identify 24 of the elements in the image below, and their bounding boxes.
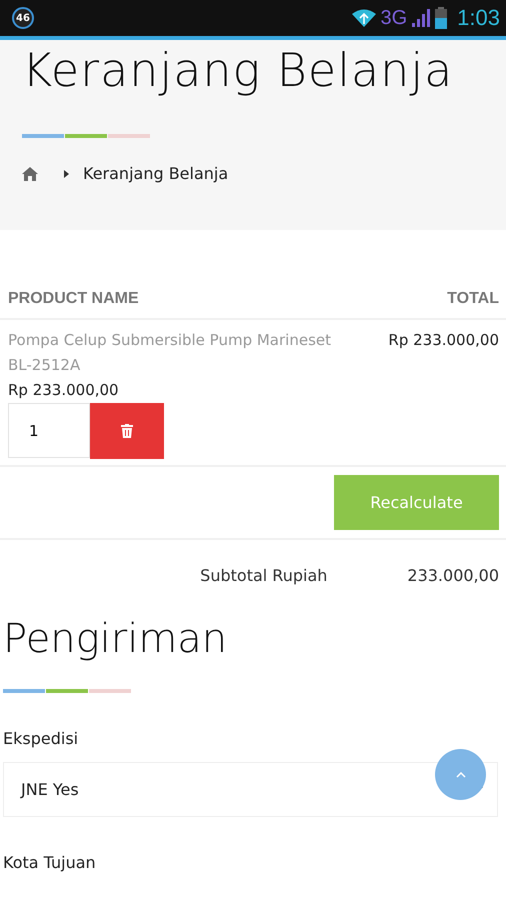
chevron-icon [64, 170, 69, 178]
notification-badge: 46 [12, 7, 34, 29]
signal-icon [411, 8, 432, 28]
field-label: Ekspedisi [3, 729, 80, 748]
subtotal-label: Subtotal Rupiah [200, 566, 328, 585]
subtotal-value: 233.000,00 [407, 566, 499, 585]
section-title: Pengiriman [3, 615, 228, 664]
chevron-up-icon [456, 772, 466, 778]
courier-dropdown[interactable]: JNE Yes [3, 762, 498, 817]
battery-icon [435, 7, 448, 29]
breadcrumb-item: Keranjang Belanja [83, 164, 228, 183]
wifi-icon [352, 9, 376, 27]
home-icon[interactable] [22, 166, 38, 180]
page-title: Keranjang Belanja [22, 42, 454, 98]
clock-time: 1:03 [457, 5, 500, 31]
quantity-field[interactable]: 1 [8, 403, 90, 458]
network-type: 3G [380, 6, 408, 30]
trash-icon [121, 424, 133, 438]
product-price: Rp 233.000,00 [8, 380, 120, 401]
delete-button[interactable] [90, 403, 164, 459]
field-label: Kota Tujuan [3, 853, 97, 872]
column-header: PRODUCT NAME [8, 290, 139, 308]
column-header: TOTAL [447, 290, 499, 308]
row-total: Rp 233.000,00 [388, 330, 499, 351]
